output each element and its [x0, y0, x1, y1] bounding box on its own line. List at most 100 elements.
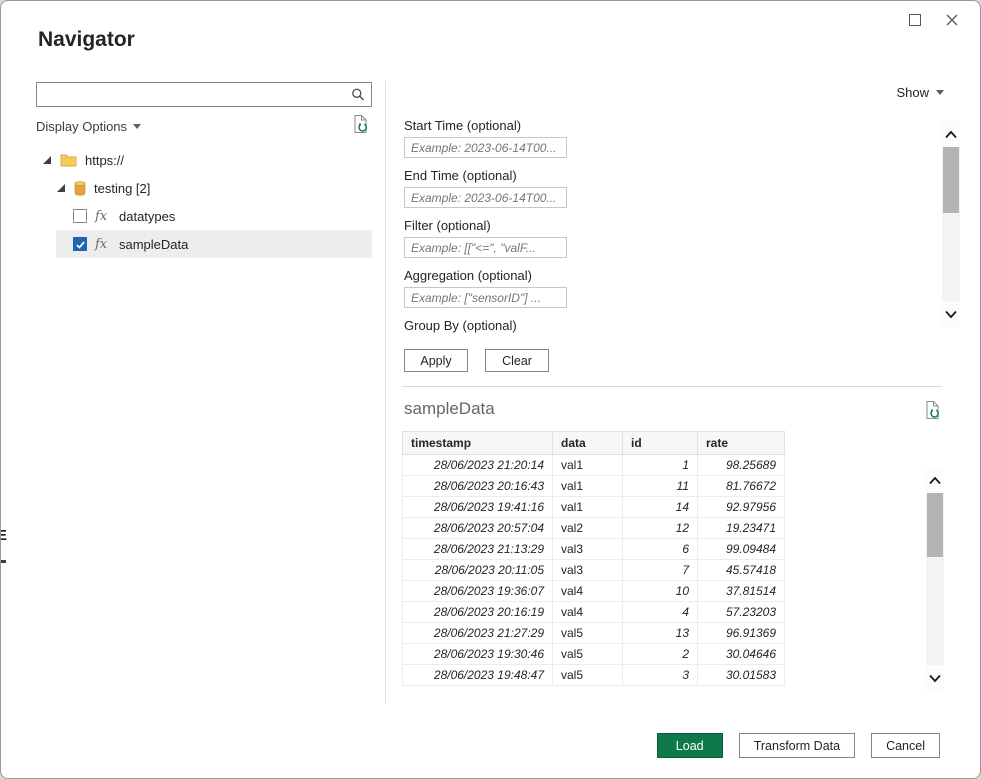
cell-timestamp: 28/06/2023 20:16:19 [403, 602, 553, 623]
cancel-button[interactable]: Cancel [871, 733, 940, 758]
close-button[interactable] [937, 8, 967, 32]
start-time-input[interactable] [404, 137, 567, 158]
table-row[interactable]: 28/06/2023 19:30:46 val5 2 30.04646 [403, 644, 785, 665]
horizontal-divider [402, 386, 942, 387]
field-filter: Filter (optional) [404, 218, 567, 258]
cell-rate: 57.23203 [698, 602, 785, 623]
dialog-footer: Load Transform Data Cancel [657, 733, 940, 758]
cell-data: val3 [553, 560, 623, 581]
cell-id: 13 [623, 623, 698, 644]
tree-item-sampledata[interactable]: fx sampleData [56, 230, 372, 258]
preview-scrollbar[interactable] [926, 467, 944, 691]
tree-item-testing[interactable]: testing [2] [36, 174, 372, 202]
filter-input[interactable] [404, 237, 567, 258]
cell-timestamp: 28/06/2023 19:41:16 [403, 497, 553, 518]
display-options-label: Display Options [36, 119, 127, 134]
navigator-dialog: Navigator Display Options https:// [0, 0, 981, 779]
table-row[interactable]: 28/06/2023 20:16:19 val4 4 57.23203 [403, 602, 785, 623]
display-options-dropdown[interactable]: Display Options [36, 119, 141, 134]
search-button[interactable] [345, 83, 371, 106]
table-row[interactable]: 28/06/2023 19:36:07 val4 10 37.81514 [403, 581, 785, 602]
refresh-icon [924, 400, 941, 420]
maximize-button[interactable] [900, 8, 930, 32]
cell-timestamp: 28/06/2023 21:27:29 [403, 623, 553, 644]
load-button[interactable]: Load [657, 733, 723, 758]
cell-timestamp: 28/06/2023 19:36:07 [403, 581, 553, 602]
filter-label: Filter (optional) [404, 218, 567, 233]
close-icon [946, 14, 958, 26]
scrollbar-thumb[interactable] [943, 147, 959, 213]
refresh-list-button[interactable] [352, 114, 369, 137]
cell-rate: 98.25689 [698, 455, 785, 476]
cell-timestamp: 28/06/2023 21:20:14 [403, 455, 553, 476]
cell-id: 14 [623, 497, 698, 518]
field-end-time: End Time (optional) [404, 168, 567, 208]
maximize-icon [909, 14, 921, 26]
cell-timestamp: 28/06/2023 19:48:47 [403, 665, 553, 686]
expander-icon[interactable] [56, 183, 66, 193]
cell-id: 1 [623, 455, 698, 476]
transform-data-button[interactable]: Transform Data [739, 733, 855, 758]
table-row[interactable]: 28/06/2023 20:16:43 val1 11 81.76672 [403, 476, 785, 497]
aggregation-label: Aggregation (optional) [404, 268, 567, 283]
cell-rate: 81.76672 [698, 476, 785, 497]
clear-button[interactable]: Clear [485, 349, 549, 372]
expander-icon[interactable] [42, 155, 52, 165]
parameters-form: Start Time (optional) End Time (optional… [404, 118, 567, 372]
cell-id: 3 [623, 665, 698, 686]
cell-id: 11 [623, 476, 698, 497]
chevron-down-icon [133, 124, 141, 129]
search-input[interactable] [37, 83, 345, 106]
table-row[interactable]: 28/06/2023 21:20:14 val1 1 98.25689 [403, 455, 785, 476]
chevron-down-icon [944, 309, 958, 320]
cell-id: 10 [623, 581, 698, 602]
cell-timestamp: 28/06/2023 21:13:29 [403, 539, 553, 560]
table-row[interactable]: 28/06/2023 21:27:29 val5 13 96.91369 [403, 623, 785, 644]
chevron-up-icon [928, 475, 942, 486]
tree-item-https[interactable]: https:// [36, 146, 372, 174]
end-time-input[interactable] [404, 187, 567, 208]
cell-id: 4 [623, 602, 698, 623]
cell-data: val1 [553, 476, 623, 497]
chevron-down-icon [928, 673, 942, 684]
cell-data: val5 [553, 644, 623, 665]
table-row[interactable]: 28/06/2023 20:11:05 val3 7 45.57418 [403, 560, 785, 581]
sampledata-checkbox[interactable] [73, 237, 87, 251]
folder-icon [60, 153, 77, 167]
cell-rate: 45.57418 [698, 560, 785, 581]
cell-data: val1 [553, 455, 623, 476]
refresh-preview-button[interactable] [924, 400, 941, 423]
scrollbar-thumb[interactable] [927, 493, 943, 557]
search-box [36, 82, 372, 107]
scroll-up-button[interactable] [926, 467, 944, 493]
cell-timestamp: 28/06/2023 20:16:43 [403, 476, 553, 497]
cell-rate: 99.09484 [698, 539, 785, 560]
datatypes-checkbox[interactable] [73, 209, 87, 223]
cell-data: val2 [553, 518, 623, 539]
table-row[interactable]: 28/06/2023 20:57:04 val2 12 19.23471 [403, 518, 785, 539]
tree-item-label: testing [2] [94, 181, 150, 196]
table-row[interactable]: 28/06/2023 19:48:47 val5 3 30.01583 [403, 665, 785, 686]
function-icon: fx [95, 237, 111, 252]
aggregation-input[interactable] [404, 287, 567, 308]
form-scrollbar[interactable] [942, 121, 960, 327]
background-window-artifact [1, 560, 6, 563]
start-time-label: Start Time (optional) [404, 118, 567, 133]
scroll-down-button[interactable] [926, 665, 944, 691]
show-dropdown[interactable]: Show [896, 85, 944, 100]
table-row[interactable]: 28/06/2023 19:41:16 val1 14 92.97956 [403, 497, 785, 518]
cell-id: 7 [623, 560, 698, 581]
column-header-timestamp: timestamp [403, 432, 553, 455]
tree-item-label: https:// [85, 153, 124, 168]
table-row[interactable]: 28/06/2023 21:13:29 val3 6 99.09484 [403, 539, 785, 560]
cell-rate: 19.23471 [698, 518, 785, 539]
cell-data: val4 [553, 602, 623, 623]
tree-item-label: sampleData [119, 237, 188, 252]
scroll-up-button[interactable] [942, 121, 960, 147]
data-preview-table: timestamp data id rate 28/06/2023 21:20:… [402, 431, 786, 696]
table-header-row: timestamp data id rate [403, 432, 785, 455]
cell-timestamp: 28/06/2023 19:30:46 [403, 644, 553, 665]
tree-item-datatypes[interactable]: fx datatypes [36, 202, 372, 230]
apply-button[interactable]: Apply [404, 349, 468, 372]
scroll-down-button[interactable] [942, 301, 960, 327]
